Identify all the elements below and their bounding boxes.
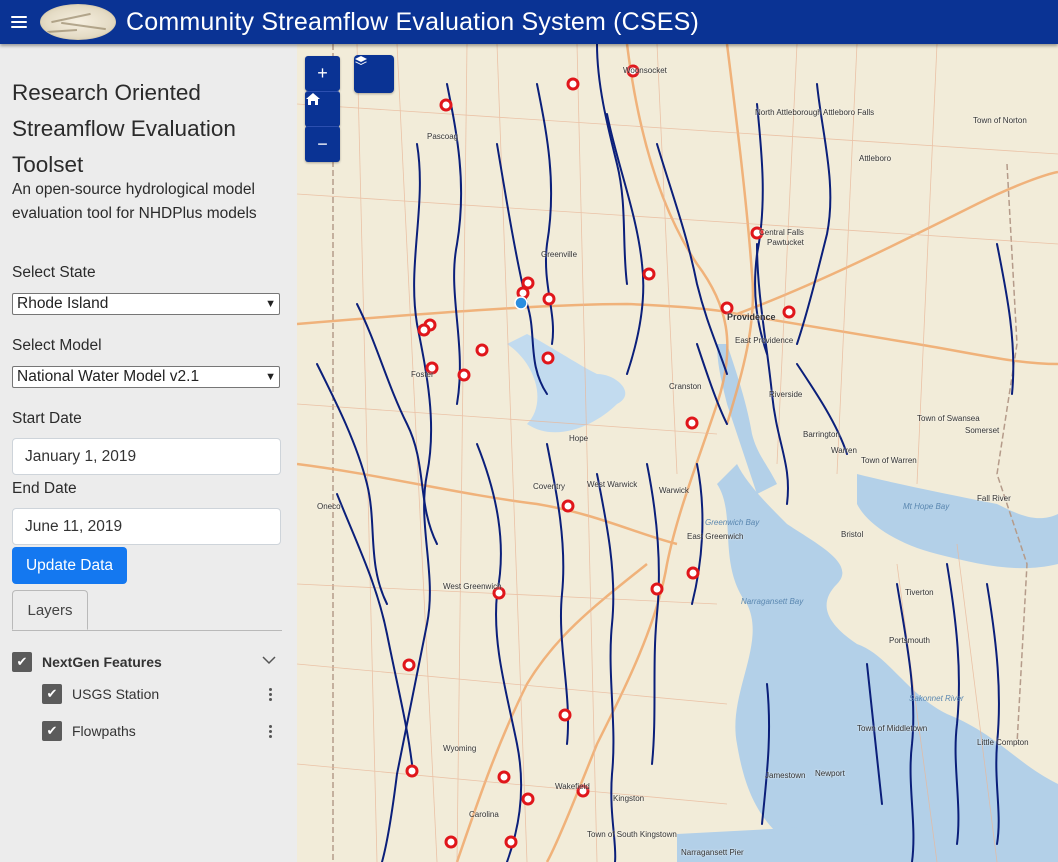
place-label: Coventry bbox=[533, 482, 566, 491]
place-label: Warren bbox=[831, 446, 857, 455]
place-label: Greenville bbox=[541, 250, 578, 259]
place-label: Mt Hope Bay bbox=[903, 502, 950, 511]
state-select-value: Rhode Island bbox=[17, 295, 109, 312]
place-label: East Providence bbox=[735, 336, 794, 345]
zoom-in-button[interactable]: + bbox=[305, 56, 340, 91]
place-label: Bristol bbox=[841, 530, 864, 539]
place-label: Town of Norton bbox=[973, 116, 1027, 125]
app-title: Community Streamflow Evaluation System (… bbox=[126, 7, 700, 36]
place-label: Greenwich Bay bbox=[705, 518, 760, 527]
toolset-title: Research Oriented Streamflow Evaluation … bbox=[12, 80, 236, 177]
place-label: Carolina bbox=[469, 810, 499, 819]
place-label: Wakefield bbox=[555, 782, 590, 791]
toolset-description: An open-source hydrological model evalua… bbox=[12, 181, 257, 222]
mt-hope-bay bbox=[857, 474, 1058, 569]
usgs-station-label: USGS Station bbox=[72, 686, 160, 702]
update-data-button[interactable]: Update Data bbox=[12, 547, 127, 584]
usgs-station-options-icon[interactable] bbox=[267, 688, 273, 701]
usgs-station-checkbox[interactable]: ✔ bbox=[42, 684, 62, 704]
place-label: East Greenwich bbox=[687, 532, 744, 541]
place-label: Portsmouth bbox=[889, 636, 930, 645]
place-label: Barrington bbox=[803, 430, 840, 439]
map-view[interactable]: Woonsocket Pascoag Greenville Providence… bbox=[297, 44, 1058, 862]
chevron-down-icon: ▼ bbox=[265, 371, 276, 383]
home-icon bbox=[306, 93, 320, 105]
place-label: Sakonnet River bbox=[909, 694, 964, 703]
chevron-down-icon: ▼ bbox=[265, 298, 276, 310]
flowpaths-checkbox[interactable]: ✔ bbox=[42, 721, 62, 741]
model-label: Select Model bbox=[12, 337, 102, 354]
place-label: Providence bbox=[727, 312, 776, 322]
sidebar: Research Oriented Streamflow Evaluation … bbox=[0, 44, 297, 862]
state-select[interactable]: Rhode Island ▼ bbox=[12, 293, 280, 315]
place-label: Central Falls bbox=[759, 228, 804, 237]
home-button[interactable] bbox=[305, 91, 340, 127]
place-label: Pascoag bbox=[427, 132, 459, 141]
tab-layers[interactable]: Layers bbox=[12, 590, 88, 630]
place-label: Warwick bbox=[659, 486, 689, 495]
place-label: Wyoming bbox=[443, 744, 477, 753]
scituate-reservoir bbox=[507, 334, 626, 433]
selected-station bbox=[514, 296, 528, 310]
place-label: West Warwick bbox=[587, 480, 638, 489]
place-label: North Attleborough bbox=[755, 108, 822, 117]
place-label: Attleboro bbox=[859, 154, 892, 163]
layers-icon bbox=[355, 56, 367, 65]
place-label: Little Compton bbox=[977, 738, 1029, 747]
place-label: Town of South Kingstown bbox=[587, 830, 677, 839]
place-label: Narragansett Pier bbox=[681, 848, 744, 857]
place-label: Kingston bbox=[613, 794, 645, 803]
place-label: Cranston bbox=[669, 382, 702, 391]
place-label: West Greenwich bbox=[443, 582, 502, 591]
model-select[interactable]: National Water Model v2.1 ▼ bbox=[12, 366, 280, 388]
place-label: Somerset bbox=[965, 426, 1000, 435]
place-label: Riverside bbox=[769, 390, 803, 399]
end-date-label: End Date bbox=[12, 480, 77, 497]
place-label: Newport bbox=[815, 769, 845, 778]
place-label: Fall River bbox=[977, 494, 1011, 503]
place-label: Town of Middletown bbox=[857, 724, 928, 733]
model-select-value: National Water Model v2.1 bbox=[17, 368, 200, 385]
nextgen-features-label: NextGen Features bbox=[42, 654, 162, 670]
zoom-out-button[interactable]: − bbox=[305, 126, 340, 162]
tab-divider bbox=[12, 630, 282, 631]
layers-button[interactable] bbox=[354, 55, 394, 93]
place-label: Woonsocket bbox=[623, 66, 667, 75]
app-header: Community Streamflow Evaluation System (… bbox=[0, 0, 1058, 44]
place-label: Hope bbox=[569, 434, 589, 443]
place-label: Town of Swansea bbox=[917, 414, 980, 423]
place-label: Jamestown bbox=[765, 771, 806, 780]
app-logo bbox=[40, 4, 116, 40]
place-label: Attleboro Falls bbox=[823, 108, 875, 117]
place-label: Narragansett Bay bbox=[741, 597, 804, 606]
flowpaths-options-icon[interactable] bbox=[267, 725, 273, 738]
flowpaths-label: Flowpaths bbox=[72, 723, 136, 739]
end-date-input[interactable]: June 11, 2019 bbox=[12, 508, 281, 545]
start-date-label: Start Date bbox=[12, 410, 82, 427]
place-label: Oneco bbox=[317, 502, 341, 511]
start-date-input[interactable]: January 1, 2019 bbox=[12, 438, 281, 475]
place-label: Town of Warren bbox=[861, 456, 917, 465]
place-label: Tiverton bbox=[905, 588, 934, 597]
state-label: Select State bbox=[12, 264, 96, 281]
menu-icon[interactable] bbox=[11, 16, 27, 28]
basemap bbox=[297, 44, 1058, 862]
place-label: Pawtucket bbox=[767, 238, 804, 247]
chevron-down-icon[interactable] bbox=[262, 655, 276, 665]
place-label: Foster bbox=[411, 370, 434, 379]
nextgen-features-checkbox[interactable]: ✔ bbox=[12, 652, 32, 672]
